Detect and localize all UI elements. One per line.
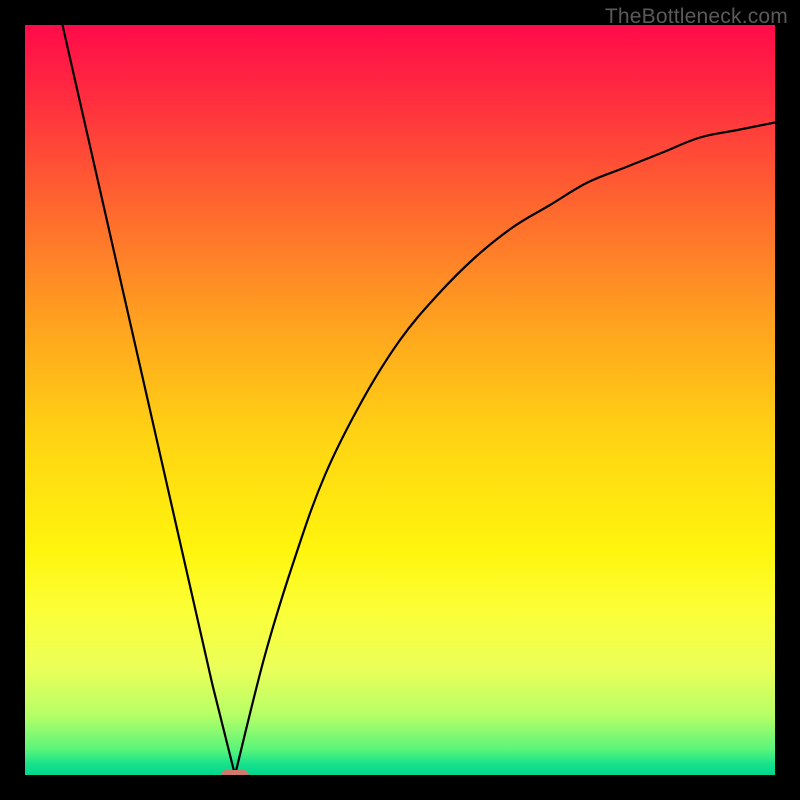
- curve-right-branch: [235, 123, 775, 776]
- curve-left-branch: [63, 25, 236, 775]
- minimum-marker: [221, 770, 249, 776]
- watermark-text: TheBottleneck.com: [605, 5, 788, 29]
- chart-frame: TheBottleneck.com: [0, 0, 800, 800]
- plot-area: [25, 25, 775, 775]
- curve-layer: [25, 25, 775, 775]
